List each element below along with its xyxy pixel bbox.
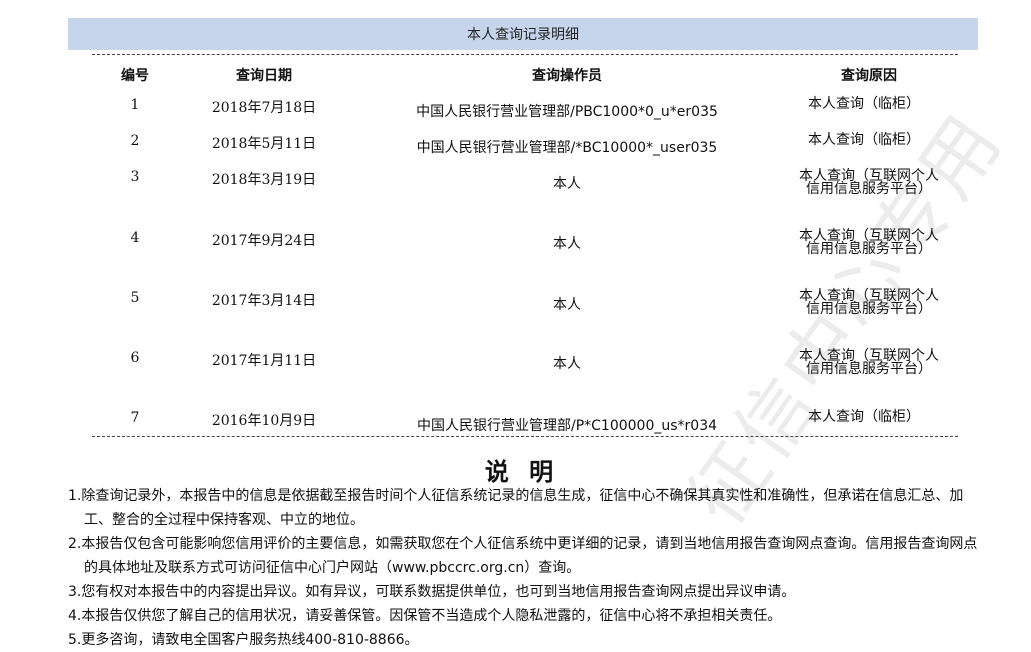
row-date: 2018年5月11日 [211,136,317,152]
row-number: 4 [130,230,140,246]
row-number: 1 [130,97,140,113]
row-date: 2017年1月11日 [211,353,317,369]
row-reason: 本人查询（互联网个人信用信息服务平台） [799,168,939,197]
note-item: 2.本报告仅包含可能影响您信用评价的主要信息，如需获取您在个人征信系统中更详细的… [68,536,978,576]
row-reason: 本人查询（临柜） [808,409,920,425]
note-item: 1.除查询记录外，本报告中的信息是依据截至报告时间个人征信系统记录的信息生成，征… [68,488,964,528]
note-item: 4.本报告仅供您了解自己的信用状况，请妥善保管。因保管不当造成个人隐私泄露的，征… [68,608,782,624]
table-bottom-divider [92,436,958,437]
notes-title: 说 明 [484,458,560,486]
row-operator: 中国人民银行营业管理部/PBC1000*0_u*er035 [416,104,718,120]
column-header-number: 编号 [121,68,149,84]
row-reason: 本人查询（临柜） [808,96,920,112]
row-reason: 本人查询（互联网个人信用信息服务平台） [799,348,939,377]
row-operator: 中国人民银行营业管理部/P*C100000_us*r034 [416,418,718,434]
note-item: 5.更多咨询，请致电全国客户服务热线400-810-8866。 [68,632,419,648]
table-top-divider [92,54,958,55]
row-operator: 本人 [553,236,581,252]
row-reason: 本人查询（互联网个人信用信息服务平台） [799,288,939,317]
note-item: 3.您有权对本报告中的内容提出异议。如有异议，可联系数据提供单位，也可到当地信用… [68,584,796,600]
row-reason: 本人查询（临柜） [808,132,920,148]
row-date: 2016年10月9日 [211,413,317,429]
row-number: 7 [130,410,140,426]
section-title: 本人查询记录明细 [467,27,579,43]
column-header-reason: 查询原因 [841,68,897,84]
row-operator: 本人 [553,176,581,192]
row-date: 2017年9月24日 [211,233,317,249]
row-operator: 本人 [553,297,581,313]
row-date: 2018年7月18日 [211,100,317,116]
column-header-operator: 查询操作员 [532,68,602,84]
row-date: 2017年3月14日 [211,293,317,309]
row-operator: 中国人民银行营业管理部/*BC10000*_user035 [416,140,718,156]
row-date: 2018年3月19日 [211,172,317,188]
column-header-date: 查询日期 [236,68,292,84]
section-header: 本人查询记录明细 [68,18,978,50]
row-operator: 本人 [553,356,581,372]
row-number: 6 [130,350,140,366]
row-number: 2 [130,133,140,149]
row-reason: 本人查询（互联网个人信用信息服务平台） [799,228,939,257]
row-number: 5 [130,290,140,306]
row-number: 3 [130,169,140,185]
